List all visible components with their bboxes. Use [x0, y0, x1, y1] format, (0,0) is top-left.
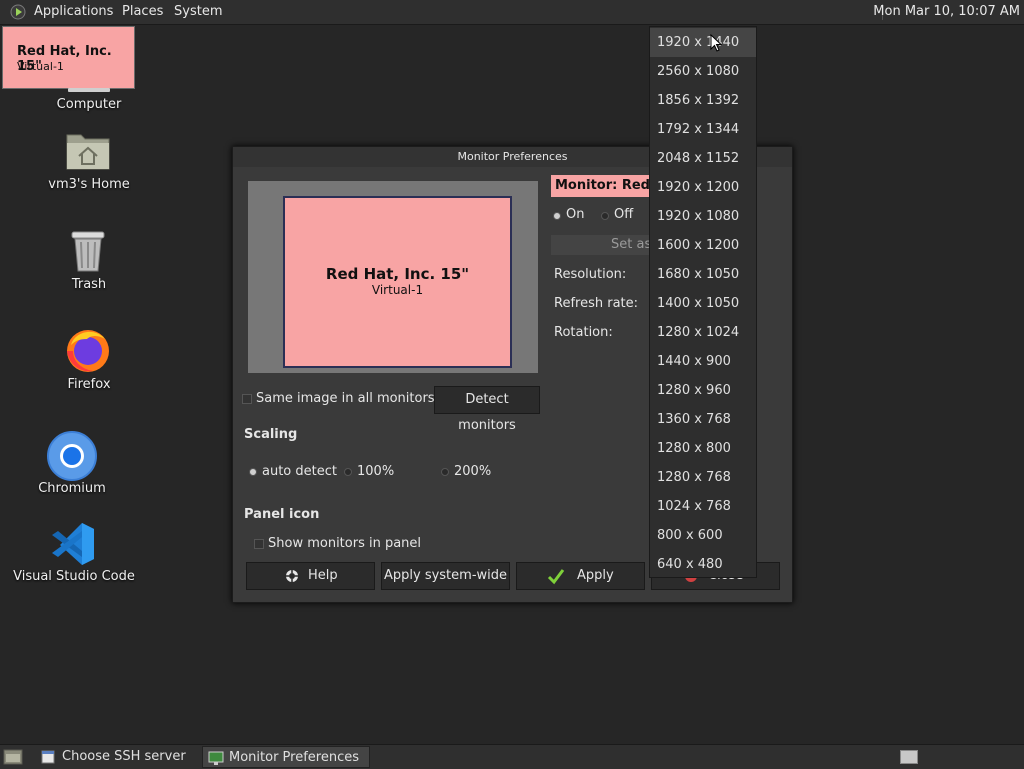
menu-system[interactable]: System	[174, 4, 222, 19]
help-button[interactable]: Help	[246, 562, 375, 590]
clock[interactable]: Mon Mar 10, 10:07 AM	[873, 4, 1020, 19]
computer-icon	[68, 88, 110, 92]
resolution-option[interactable]: 1680 x 1050	[650, 260, 756, 289]
power-off-label[interactable]: Off	[614, 207, 633, 222]
preview-monitor-name: Red Hat, Inc. 15"	[325, 265, 470, 283]
window-icon	[41, 750, 55, 764]
resolution-option[interactable]: 1792 x 1344	[650, 115, 756, 144]
firefox-icon	[67, 330, 109, 372]
taskbar-button-monitor-preferences[interactable]: Monitor Preferences	[202, 746, 370, 768]
monitor-preview[interactable]: Red Hat, Inc. 15" Virtual-1	[283, 196, 512, 368]
monitor-layout-area[interactable]: Red Hat, Inc. 15" Virtual-1	[248, 181, 538, 373]
mouse-pointer-icon	[710, 34, 722, 52]
resolution-label: Resolution:	[554, 267, 627, 282]
power-on-label[interactable]: On	[566, 207, 584, 222]
resolution-option[interactable]: 1920 x 1080	[650, 202, 756, 231]
taskbar-button-ssh[interactable]: Choose SSH server	[36, 746, 198, 768]
applet-connector: Virtual-1	[17, 60, 64, 73]
applications-menu-icon[interactable]	[10, 4, 26, 20]
home-folder-icon	[66, 134, 110, 170]
scaling-auto-radio[interactable]	[249, 468, 257, 476]
scaling-100-radio[interactable]	[344, 468, 352, 476]
taskbar-label: Choose SSH server	[62, 749, 186, 764]
taskbar-label: Monitor Preferences	[229, 750, 360, 765]
checkmark-icon	[547, 569, 565, 585]
scaling-100-label[interactable]: 100%	[357, 464, 394, 479]
desktop-icon-label: Visual Studio Code	[13, 569, 135, 584]
scaling-auto-label[interactable]: auto detect	[262, 464, 337, 479]
power-on-radio[interactable]	[553, 212, 561, 220]
scaling-heading: Scaling	[244, 427, 298, 442]
resolution-option[interactable]: 1360 x 768	[650, 405, 756, 434]
resolution-option[interactable]: 2560 x 1080	[650, 57, 756, 86]
show-monitors-checkbox[interactable]	[254, 539, 264, 549]
desktop-icon-label: vm3's Home	[48, 177, 130, 192]
panel-icon-heading: Panel icon	[244, 507, 320, 522]
resolution-option[interactable]: 640 x 480	[650, 550, 756, 577]
resolution-option[interactable]: 1280 x 800	[650, 434, 756, 463]
desktop-icon-label: Computer	[56, 97, 122, 112]
desktop-icon-label: Trash	[71, 277, 107, 292]
same-image-checkbox[interactable]	[242, 394, 252, 404]
apply-button[interactable]: Apply	[516, 562, 645, 590]
rotation-label: Rotation:	[554, 325, 613, 340]
workspace-switcher-icon[interactable]	[900, 750, 918, 764]
trash-icon	[71, 231, 105, 272]
power-off-radio[interactable]	[601, 212, 609, 220]
show-monitors-label[interactable]: Show monitors in panel	[268, 536, 421, 551]
resolution-option[interactable]: 2048 x 1152	[650, 144, 756, 173]
resolution-option[interactable]: 1280 x 960	[650, 376, 756, 405]
resolution-option[interactable]: 1856 x 1392	[650, 86, 756, 115]
resolution-option[interactable]: 1920 x 1440	[650, 28, 756, 57]
help-label: Help	[308, 568, 338, 583]
preview-connector: Virtual-1	[371, 283, 424, 297]
menu-applications[interactable]: Applications	[34, 4, 113, 19]
refresh-rate-label: Refresh rate:	[554, 296, 639, 311]
desktop-icon-label: Firefox	[67, 377, 111, 392]
top-panel: Applications Places System Mon Mar 10, 1…	[0, 0, 1024, 25]
monitor-preferences-icon	[208, 751, 224, 765]
resolution-option[interactable]: 1280 x 1024	[650, 318, 756, 347]
menu-places[interactable]: Places	[122, 4, 163, 19]
scaling-200-label[interactable]: 200%	[454, 464, 491, 479]
resolution-option[interactable]: 800 x 600	[650, 521, 756, 550]
resolution-option[interactable]: 1400 x 1050	[650, 289, 756, 318]
detect-monitors-button[interactable]: Detect monitors	[434, 386, 540, 433]
apply-label: Apply	[577, 568, 614, 583]
help-icon	[286, 570, 298, 582]
bottom-panel: Choose SSH server Monitor Preferences	[0, 744, 1024, 769]
show-desktop-icon[interactable]	[3, 749, 23, 765]
same-image-label[interactable]: Same image in all monitors	[256, 391, 435, 406]
resolution-option[interactable]: 1600 x 1200	[650, 231, 756, 260]
vscode-icon	[52, 523, 94, 565]
monitor-applet-popup: Red Hat, Inc. 15" Virtual-1	[2, 26, 135, 89]
resolution-option[interactable]: 1920 x 1200	[650, 173, 756, 202]
monitor-header: Monitor: Red H	[551, 175, 665, 197]
scaling-200-radio[interactable]	[441, 468, 449, 476]
resolution-option[interactable]: 1280 x 768	[650, 463, 756, 492]
chromium-icon	[47, 431, 97, 481]
resolution-option[interactable]: 1440 x 900	[650, 347, 756, 376]
resolution-dropdown-list[interactable]: 1920 x 1440 2560 x 1080 1856 x 1392 1792…	[649, 26, 757, 578]
resolution-option[interactable]: 1024 x 768	[650, 492, 756, 521]
desktop-icon-label: Chromium	[38, 481, 106, 496]
apply-system-wide-button[interactable]: Apply system-wide	[381, 562, 510, 590]
